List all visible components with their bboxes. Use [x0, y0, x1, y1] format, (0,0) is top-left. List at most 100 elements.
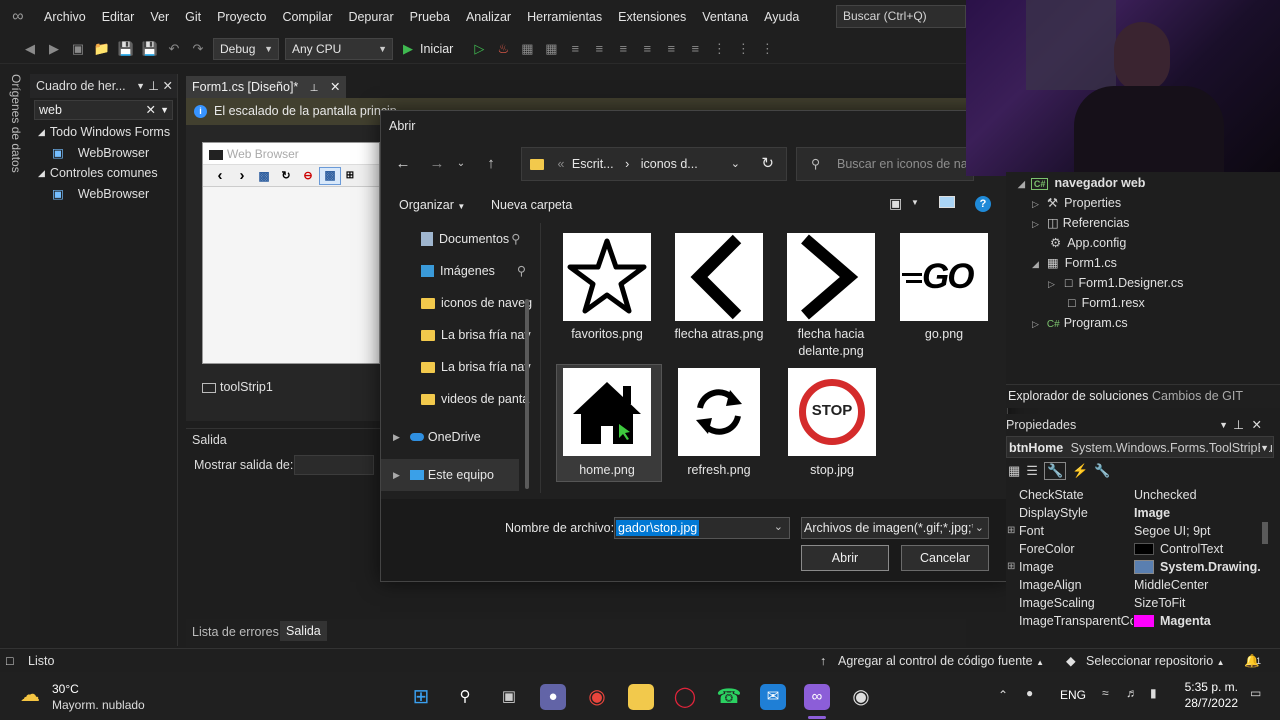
menu-prueba[interactable]: Prueba: [402, 0, 458, 34]
teams-chat-icon[interactable]: ●: [540, 684, 566, 710]
language-indicator[interactable]: ENG: [1060, 688, 1086, 702]
menu-proyecto[interactable]: Proyecto: [209, 0, 274, 34]
whatsapp-icon[interactable]: ☎: [716, 684, 742, 710]
start-without-debug-icon[interactable]: ▷: [469, 39, 489, 59]
spacing-icon[interactable]: ⋮: [757, 39, 777, 59]
align-icon[interactable]: ≡: [589, 39, 609, 59]
toolbox-search-input[interactable]: web ✕ ▼: [34, 100, 173, 120]
opera-icon[interactable]: ◯: [672, 684, 698, 710]
forward-icon[interactable]: ▶: [44, 39, 64, 59]
events-icon[interactable]: ⚡: [1072, 463, 1088, 479]
dialog-search-input[interactable]: ⚲ Buscar en iconos de nave: [796, 147, 974, 181]
object-selector[interactable]: btnHome System.Windows.Forms.ToolStripBu…: [1006, 436, 1274, 458]
tab-error-list[interactable]: Lista de errores: [192, 625, 279, 639]
spacing-icon[interactable]: ⋮: [709, 39, 729, 59]
hot-reload-icon[interactable]: ♨: [493, 39, 513, 59]
home-button-icon[interactable]: ▩: [319, 166, 341, 185]
clock-time[interactable]: 5:35 p. m.: [1182, 680, 1238, 694]
file-home[interactable]: [563, 368, 651, 456]
search-icon[interactable]: ⚲: [452, 684, 478, 710]
obs-icon[interactable]: ◉: [848, 684, 874, 710]
data-sources-tab[interactable]: Orígenes de datos: [9, 74, 23, 173]
tree-item-form1-designer[interactable]: ▷ □ Form1.Designer.cs: [1048, 273, 1183, 293]
microphone-icon[interactable]: ●: [1026, 686, 1033, 700]
tab-form1-design[interactable]: Form1.cs [Diseño]* ⊥ ✕: [186, 76, 347, 98]
new-folder-button[interactable]: Nueva carpeta: [491, 198, 572, 212]
view-options-icon[interactable]: ▣: [889, 195, 902, 212]
spacing-icon[interactable]: ⋮: [733, 39, 753, 59]
menu-herramientas[interactable]: Herramientas: [519, 0, 610, 34]
tree-item-form1-resx[interactable]: □ Form1.resx: [1068, 293, 1145, 313]
start-button[interactable]: Iniciar: [420, 42, 453, 56]
categorized-icon[interactable]: ▦: [1008, 463, 1020, 479]
toolbar-icon[interactable]: ▦: [517, 39, 537, 59]
file-go[interactable]: GO: [900, 233, 988, 321]
property-scrollbar[interactable]: [1262, 522, 1268, 544]
tree-item-references[interactable]: ▷ ◫ Referencias: [1032, 213, 1129, 233]
organize-menu[interactable]: Organizar ▼: [399, 198, 465, 212]
address-bar[interactable]: « Escrit... › iconos d... ⌄ ↻: [521, 147, 787, 181]
chrome-icon[interactable]: ◉: [584, 684, 610, 710]
chevron-down-icon[interactable]: ⌄: [731, 148, 740, 180]
notification-center-icon[interactable]: ▭: [1250, 686, 1261, 700]
file-explorer-icon[interactable]: [628, 684, 654, 710]
pin-icon[interactable]: ⊥: [148, 74, 159, 98]
property-row[interactable]: CheckState Unchecked: [1006, 486, 1274, 504]
weather-icon[interactable]: ☁: [20, 682, 40, 707]
align-icon[interactable]: ≡: [685, 39, 705, 59]
platform-select[interactable]: Any CPU ▼: [285, 37, 393, 60]
menu-extensiones[interactable]: Extensiones: [610, 0, 694, 34]
component-tray-item[interactable]: toolStrip1: [202, 380, 273, 394]
volume-icon[interactable]: ♬: [1126, 686, 1138, 700]
tab-git-changes[interactable]: Cambios de GIT: [1152, 389, 1243, 403]
toolstrip-grip-icon[interactable]: ⊞: [341, 170, 359, 181]
filename-input[interactable]: gador\stop.jpg ⌄: [614, 517, 790, 539]
nav-item-folder[interactable]: videos de panta: [381, 383, 540, 415]
chevron-down-icon[interactable]: ▼: [136, 74, 145, 98]
save-icon[interactable]: 💾: [116, 39, 136, 59]
task-view-icon[interactable]: ▣: [496, 684, 522, 710]
undo-icon[interactable]: ↶: [164, 39, 184, 59]
menu-ver[interactable]: Ver: [142, 0, 177, 34]
align-icon[interactable]: ≡: [613, 39, 633, 59]
up-folder-icon[interactable]: ↑: [479, 152, 503, 176]
open-button[interactable]: Abrir: [801, 545, 889, 571]
project-node[interactable]: ◢ C# navegador web: [1018, 173, 1145, 193]
tab-output[interactable]: Salida: [280, 621, 327, 641]
chevron-down-icon[interactable]: ⌄: [774, 520, 783, 533]
toolbox-item-webbrowser[interactable]: ▣ WebBrowser: [30, 184, 177, 205]
tree-item-properties[interactable]: ▷ ⚒ Properties: [1032, 193, 1121, 213]
nav-item-folder[interactable]: iconos de naveg: [381, 287, 540, 319]
property-row[interactable]: ⊞ Image System.Drawing.: [1006, 558, 1274, 576]
tree-item-form1[interactable]: ◢ ▦ Form1.cs: [1032, 253, 1117, 273]
close-icon[interactable]: ✕: [330, 80, 340, 94]
preview-pane-icon[interactable]: [939, 196, 955, 208]
back-icon[interactable]: ◀: [20, 39, 40, 59]
property-row[interactable]: ForeColor ControlText: [1006, 540, 1274, 558]
configuration-select[interactable]: Debug ▼: [213, 37, 279, 60]
properties-view-icon[interactable]: 🔧: [1043, 462, 1067, 480]
file-flecha-delante[interactable]: [787, 233, 875, 321]
back-arrow-icon[interactable]: ‹: [209, 167, 231, 184]
redo-icon[interactable]: ↷: [188, 39, 208, 59]
align-icon[interactable]: ≡: [565, 39, 585, 59]
chevron-down-icon[interactable]: ▼: [911, 198, 919, 207]
toolbox-item-webbrowser[interactable]: ▣ WebBrowser: [30, 143, 177, 164]
stop-icon[interactable]: ⊖: [297, 169, 319, 182]
tree-item-program[interactable]: ▷ C# Program.cs: [1032, 313, 1128, 333]
visual-studio-logo-icon[interactable]: ∞: [0, 0, 36, 34]
toolbar-icon[interactable]: ▦: [541, 39, 561, 59]
menu-analizar[interactable]: Analizar: [458, 0, 519, 34]
property-row[interactable]: ⊞ Font Segoe UI; 9pt: [1006, 522, 1274, 540]
cancel-button[interactable]: Cancelar: [901, 545, 989, 571]
menu-ventana[interactable]: Ventana: [694, 0, 756, 34]
property-pages-icon[interactable]: 🔧: [1094, 463, 1110, 479]
clock-date[interactable]: 28/7/2022: [1174, 696, 1238, 710]
expand-plus-icon[interactable]: ⊞: [1007, 522, 1015, 540]
clear-icon[interactable]: ✕: [146, 101, 156, 119]
battery-icon[interactable]: ▮: [1150, 686, 1157, 700]
breadcrumb-folder[interactable]: iconos d...: [641, 157, 698, 171]
form-toolstrip[interactable]: ‹ › ▩ ↻ ⊖ ▩ ⊞: [203, 165, 379, 187]
mail-icon[interactable]: ✉: [760, 684, 786, 710]
property-row[interactable]: DisplayStyle Image: [1006, 504, 1274, 522]
